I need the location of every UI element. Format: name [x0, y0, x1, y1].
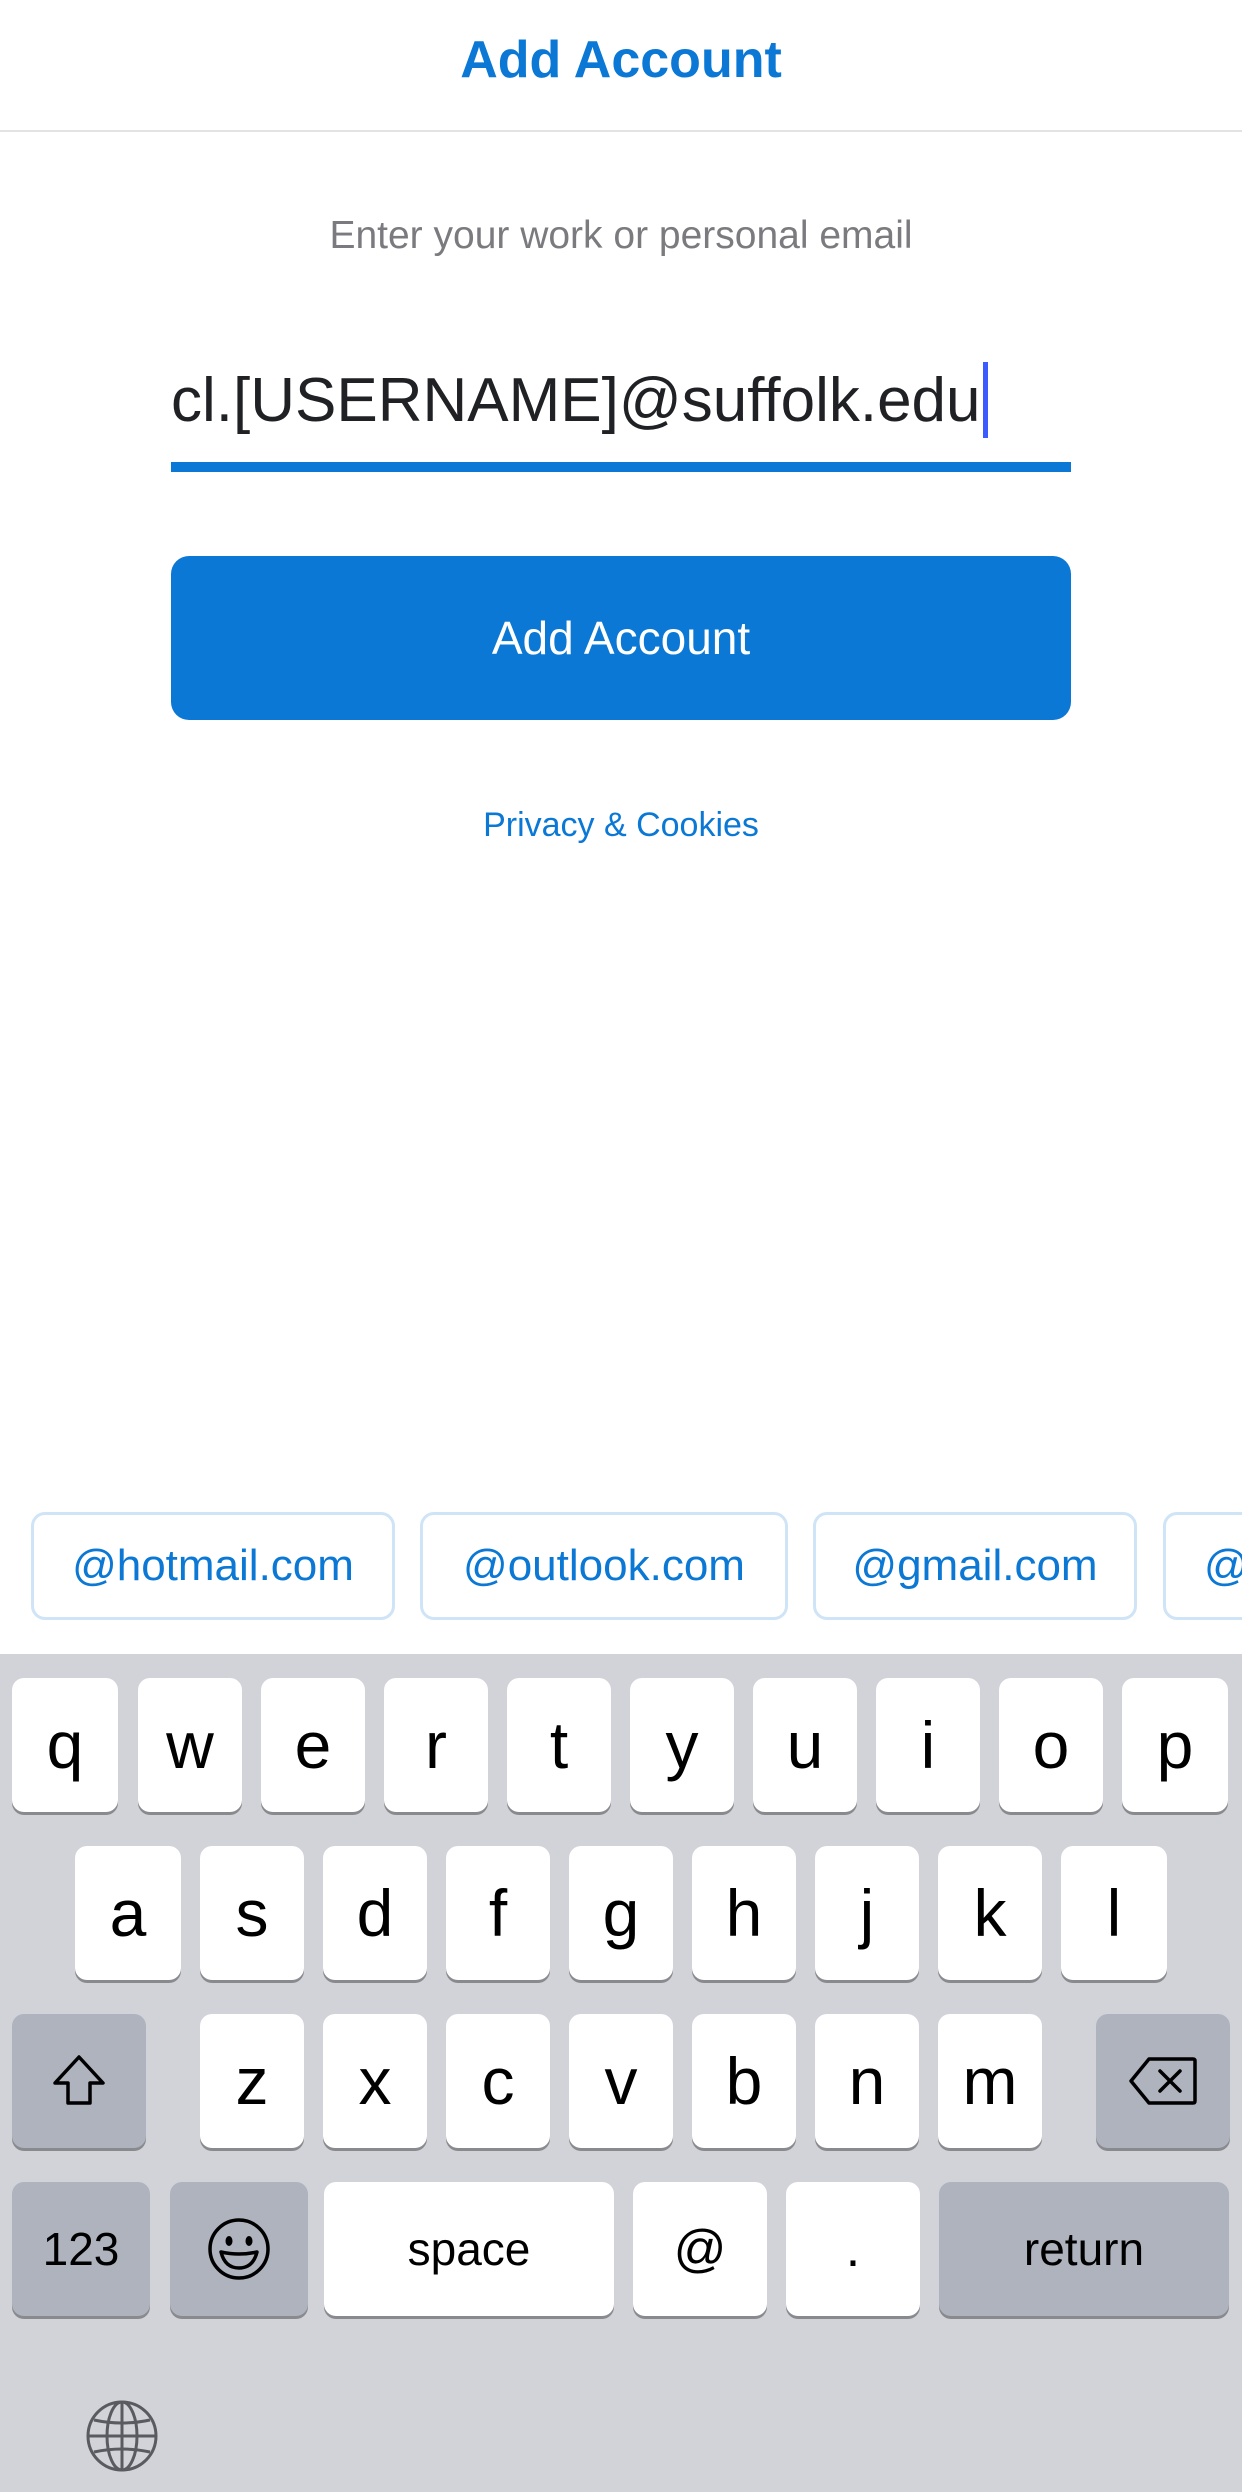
email-value: cl.[USERNAME]@suffolk.edu: [171, 362, 988, 438]
key-j[interactable]: j: [815, 1846, 919, 1980]
suggestion-hotmail[interactable]: @hotmail.com: [31, 1512, 395, 1620]
delete-icon: [1129, 2057, 1197, 2105]
key-l[interactable]: l: [1061, 1846, 1167, 1980]
page-title: Add Account: [460, 31, 782, 89]
key-m[interactable]: m: [938, 2014, 1042, 2148]
shift-icon: [53, 2055, 105, 2105]
key-o[interactable]: o: [999, 1678, 1103, 1812]
delete-key[interactable]: [1096, 2014, 1230, 2148]
email-prompt: Enter your work or personal email: [329, 214, 913, 257]
key-h[interactable]: h: [692, 1846, 796, 1980]
key-u[interactable]: u: [753, 1678, 857, 1812]
privacy-cookies-link[interactable]: Privacy & Cookies: [0, 806, 1242, 845]
key-a[interactable]: a: [75, 1846, 181, 1980]
domain-suggestions: @hotmail.com @outlook.com @gmail.com @: [0, 1508, 1242, 1624]
add-account-screen: Add Account Enter your work or personal …: [0, 0, 1242, 2492]
key-z[interactable]: z: [200, 2014, 304, 2148]
key-c[interactable]: c: [446, 2014, 550, 2148]
emoji-key[interactable]: [170, 2182, 308, 2316]
space-key[interactable]: space: [324, 2182, 614, 2316]
key-b[interactable]: b: [692, 2014, 796, 2148]
suggestion-gmail[interactable]: @gmail.com: [813, 1512, 1137, 1620]
numbers-key[interactable]: 123: [12, 2182, 150, 2316]
key-x[interactable]: x: [323, 2014, 427, 2148]
suggestion-more[interactable]: @: [1163, 1512, 1242, 1620]
key-s[interactable]: s: [200, 1846, 304, 1980]
emoji-icon: [208, 2218, 270, 2280]
navigation-bar: Add Account: [0, 0, 1242, 132]
add-account-button[interactable]: Add Account: [171, 556, 1071, 720]
key-p[interactable]: p: [1122, 1678, 1228, 1812]
key-d[interactable]: d: [323, 1846, 427, 1980]
period-key[interactable]: .: [786, 2182, 920, 2316]
key-w[interactable]: w: [138, 1678, 242, 1812]
email-text: cl.[USERNAME]@suffolk.edu: [171, 365, 981, 435]
key-i[interactable]: i: [876, 1678, 980, 1812]
key-y[interactable]: y: [630, 1678, 734, 1812]
key-n[interactable]: n: [815, 2014, 919, 2148]
suggestion-outlook[interactable]: @outlook.com: [420, 1512, 788, 1620]
globe-key[interactable]: [84, 2398, 160, 2474]
email-field[interactable]: cl.[USERNAME]@suffolk.edu: [171, 344, 1071, 472]
at-key[interactable]: @: [633, 2182, 767, 2316]
key-t[interactable]: t: [507, 1678, 611, 1812]
keyboard: q w e r t y u i o p a s d f g h j k l z …: [0, 1654, 1242, 2492]
key-r[interactable]: r: [384, 1678, 488, 1812]
key-q[interactable]: q: [12, 1678, 118, 1812]
key-k[interactable]: k: [938, 1846, 1042, 1980]
globe-icon: [86, 2400, 158, 2472]
key-v[interactable]: v: [569, 2014, 673, 2148]
key-e[interactable]: e: [261, 1678, 365, 1812]
shift-key[interactable]: [12, 2014, 146, 2148]
key-f[interactable]: f: [446, 1846, 550, 1980]
key-g[interactable]: g: [569, 1846, 673, 1980]
return-key[interactable]: return: [939, 2182, 1229, 2316]
text-cursor: [982, 362, 988, 438]
